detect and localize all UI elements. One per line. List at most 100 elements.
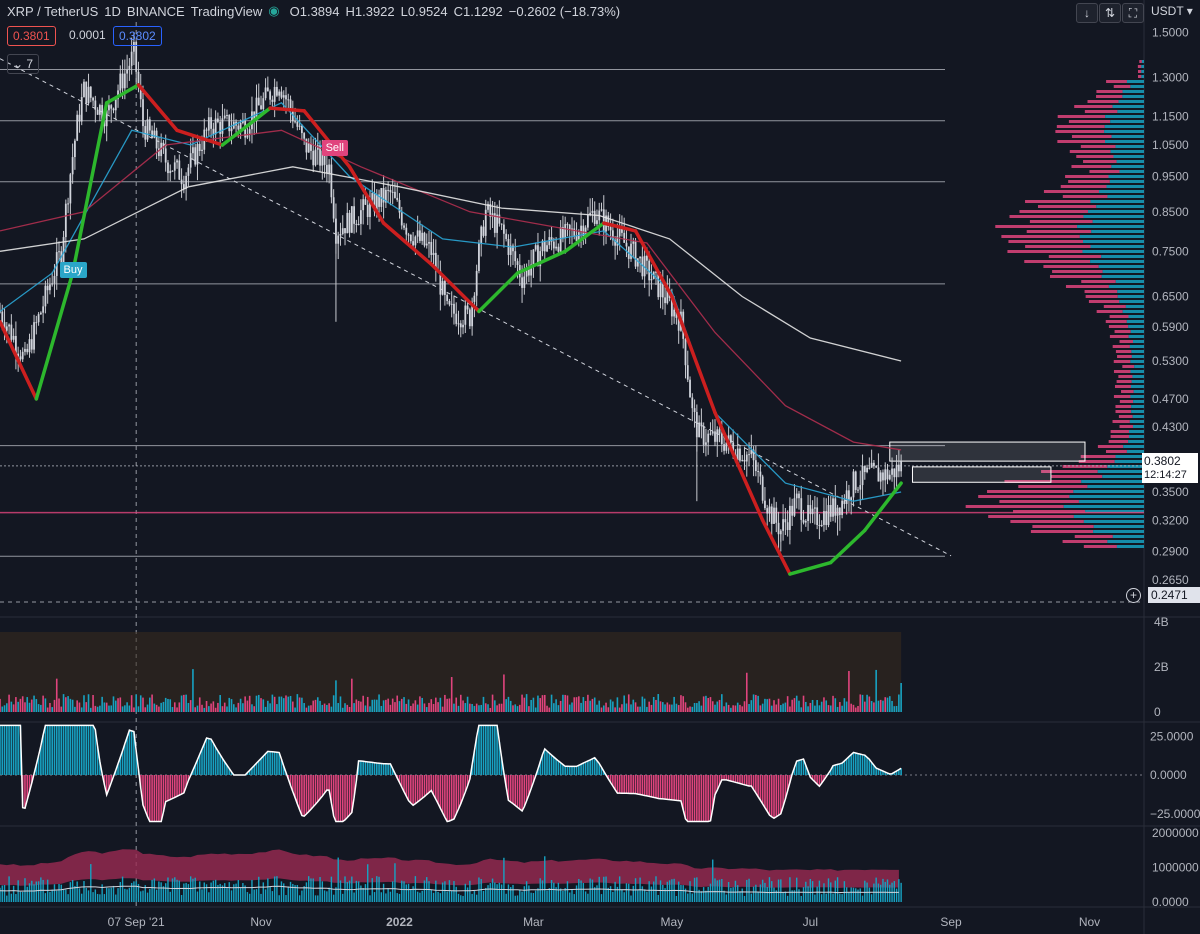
profile-bar bbox=[988, 515, 1074, 518]
volume-bar bbox=[435, 697, 437, 712]
volume-band-bar bbox=[721, 879, 723, 902]
volume-bar bbox=[230, 699, 233, 712]
volume-bar bbox=[412, 703, 414, 712]
volume-bar bbox=[648, 701, 650, 712]
volume-bar bbox=[448, 698, 451, 712]
chevron-down-icon: ▾ bbox=[1183, 4, 1193, 18]
candle-body bbox=[192, 147, 194, 154]
candle-body bbox=[266, 87, 269, 92]
profile-bar bbox=[1133, 400, 1144, 403]
volume-bar bbox=[83, 695, 85, 712]
profile-bar bbox=[1083, 520, 1144, 523]
oscillator-bar bbox=[46, 725, 49, 775]
volume-band-bar bbox=[126, 889, 128, 902]
volume-band-bar bbox=[693, 877, 696, 902]
volume-band-bar bbox=[855, 888, 857, 902]
trend-line-segment bbox=[429, 262, 481, 314]
oscillator-bar bbox=[748, 775, 750, 786]
candle-body bbox=[30, 339, 33, 350]
candle-body bbox=[71, 157, 74, 175]
x-tick-label: Nov bbox=[250, 915, 271, 929]
volume-bar bbox=[355, 699, 358, 712]
candle-body bbox=[723, 444, 725, 451]
profile-bar bbox=[1112, 420, 1130, 423]
candle-body bbox=[443, 281, 446, 295]
volume-band-bar bbox=[548, 888, 551, 902]
profile-bar bbox=[1110, 150, 1144, 153]
volume-bar bbox=[809, 702, 812, 712]
volume-bar bbox=[189, 700, 192, 712]
volume-bar bbox=[689, 706, 691, 712]
volume-band-bar bbox=[464, 883, 467, 902]
moving-average-ema_fast bbox=[0, 102, 902, 502]
volume-band-bar bbox=[174, 877, 176, 902]
ohlc-close: C1.1292 bbox=[453, 3, 503, 19]
indicators-toggle[interactable]: ⌄ 7 bbox=[7, 54, 40, 74]
ask-price-badge[interactable]: 0.3802 bbox=[113, 26, 162, 46]
candle-body bbox=[838, 507, 841, 515]
volume-band-bar bbox=[852, 887, 855, 902]
volume-bar bbox=[857, 706, 859, 712]
profile-bar bbox=[1141, 75, 1144, 78]
volume-bar bbox=[870, 701, 873, 712]
candle-body bbox=[816, 507, 819, 526]
volume-bar bbox=[707, 697, 709, 712]
volume-band-bar bbox=[203, 882, 205, 902]
oscillator-bar bbox=[55, 725, 58, 775]
bid-price-badge[interactable]: 0.3801 bbox=[7, 26, 56, 46]
fullscreen-icon[interactable]: ⛶ bbox=[1122, 3, 1144, 23]
volume-band-bar bbox=[637, 890, 639, 902]
candle-body bbox=[298, 125, 301, 127]
trend-line-segment bbox=[829, 528, 867, 565]
candle-body bbox=[187, 167, 190, 176]
currency-selector[interactable]: USDT ▾ bbox=[1151, 4, 1193, 18]
volume-band-bar bbox=[893, 881, 896, 902]
oscillator-bar bbox=[548, 753, 551, 775]
oscillator-bar bbox=[743, 775, 746, 785]
volume-band-bar bbox=[850, 887, 852, 902]
volume-bar bbox=[269, 703, 271, 712]
oscillator-bar bbox=[632, 775, 635, 794]
volume-bar bbox=[151, 694, 153, 712]
oscillator-bar bbox=[593, 757, 596, 775]
candle-body bbox=[46, 285, 49, 291]
volume-bar bbox=[124, 705, 126, 712]
candle-body bbox=[414, 236, 417, 246]
volume-bar bbox=[646, 706, 648, 712]
oscillator-bar bbox=[698, 775, 700, 822]
plus-icon[interactable]: + bbox=[1126, 588, 1141, 603]
volume-band-bar bbox=[21, 891, 24, 902]
profile-bar bbox=[1096, 310, 1123, 313]
volume-bar bbox=[24, 702, 26, 712]
swap-arrows-icon[interactable]: ⇅ bbox=[1099, 3, 1121, 23]
profile-bar bbox=[1108, 440, 1129, 443]
volume-band-bar bbox=[416, 891, 419, 902]
volume-bar bbox=[149, 697, 151, 712]
oscillator-bar bbox=[71, 725, 74, 775]
candle-body bbox=[543, 240, 546, 252]
symbol-name[interactable]: XRP / TetherUS bbox=[7, 4, 98, 19]
volume-bar bbox=[425, 707, 428, 712]
profile-bar bbox=[1111, 135, 1144, 138]
volume-band-bar bbox=[348, 880, 351, 902]
volume-band-fill bbox=[0, 632, 902, 712]
volume-bar bbox=[841, 705, 843, 712]
volume-bar bbox=[879, 699, 882, 712]
candle-body bbox=[328, 164, 331, 174]
volume-band-bar bbox=[307, 876, 310, 902]
volume-band-bar bbox=[650, 886, 653, 902]
volume-bar bbox=[627, 694, 630, 712]
chart-canvas[interactable]: 1.50001.30001.15001.05000.95000.85000.75… bbox=[0, 0, 1200, 934]
oscillator-bar bbox=[360, 760, 362, 775]
candle-body bbox=[35, 322, 38, 324]
volume-bar bbox=[382, 700, 385, 712]
volume-bar bbox=[591, 698, 594, 712]
volume-bar bbox=[523, 697, 526, 712]
profile-bar bbox=[1097, 445, 1124, 448]
volume-band-bar bbox=[432, 892, 435, 902]
oscillator-bar bbox=[328, 775, 330, 791]
profile-bar bbox=[1097, 470, 1144, 473]
arrow-down-icon[interactable]: ↓ bbox=[1076, 3, 1098, 23]
volume-bar bbox=[30, 699, 33, 712]
interval-label[interactable]: 1D bbox=[104, 4, 121, 19]
